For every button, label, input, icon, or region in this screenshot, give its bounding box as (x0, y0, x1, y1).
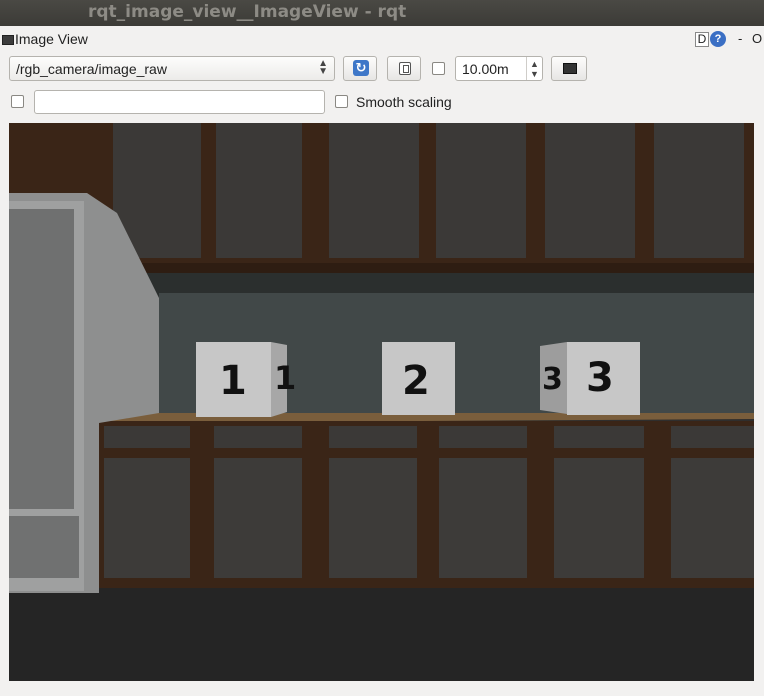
box-2-label: 2 (402, 358, 430, 404)
smooth-scaling-checkbox[interactable] (335, 95, 348, 108)
status-area (0, 682, 764, 696)
window-title: rqt_image_view__ImageView - rqt (88, 2, 407, 22)
topic-select[interactable]: /rgb_camera/image_raw ▲ ▼ (9, 56, 335, 81)
fridge-door-lower (9, 516, 79, 578)
help-button[interactable]: ? (710, 31, 726, 47)
refresh-button[interactable]: ↻ (343, 56, 377, 81)
camera-frame: 1 1 2 3 3 (9, 123, 754, 681)
box-3-side-label: 3 (542, 362, 563, 397)
topic-select-value: /rgb_camera/image_raw (16, 61, 167, 77)
timeout-value: 10.00m (462, 61, 509, 77)
refresh-icon: ↻ (353, 60, 369, 76)
fridge-door-upper (9, 209, 74, 509)
timeout-spinbox[interactable]: 10.00m ▲ ▼ (455, 56, 543, 81)
smooth-scaling-label: Smooth scaling (356, 94, 452, 110)
timeout-checkbox[interactable] (432, 62, 445, 75)
minimize-button[interactable]: - (738, 31, 742, 46)
box-1-label: 1 (219, 358, 247, 404)
window-icon (2, 35, 14, 45)
lower-cabinet-frame (99, 421, 754, 593)
box-3-label: 3 (586, 355, 614, 401)
close-button[interactable]: O (752, 31, 762, 46)
filter-toolbar: Smooth scaling (0, 90, 764, 116)
plugin-title: Image View (15, 31, 88, 47)
dock-button[interactable]: D (695, 32, 709, 47)
camera-image-view[interactable]: 1 1 2 3 3 (9, 123, 754, 681)
window-titlebar: rqt_image_view__ImageView - rqt (0, 0, 764, 26)
topic-filter-input[interactable] (34, 90, 325, 114)
image-toolbar: /rgb_camera/image_raw ▲ ▼ ↻ 10.00m ▲ ▼ (0, 56, 764, 84)
rotate-button[interactable] (551, 56, 587, 81)
updown-arrows-icon: ▲ ▼ (318, 58, 328, 77)
box-1-side-label: 1 (274, 359, 296, 397)
screen-icon (563, 63, 577, 74)
floor (9, 588, 754, 681)
save-image-button[interactable] (387, 56, 421, 81)
plugin-header: Image View D ? - O (0, 26, 764, 54)
save-icon (399, 62, 411, 75)
mouse-publish-checkbox[interactable] (11, 95, 24, 108)
stepper-arrows-icon[interactable]: ▲ ▼ (526, 57, 542, 80)
